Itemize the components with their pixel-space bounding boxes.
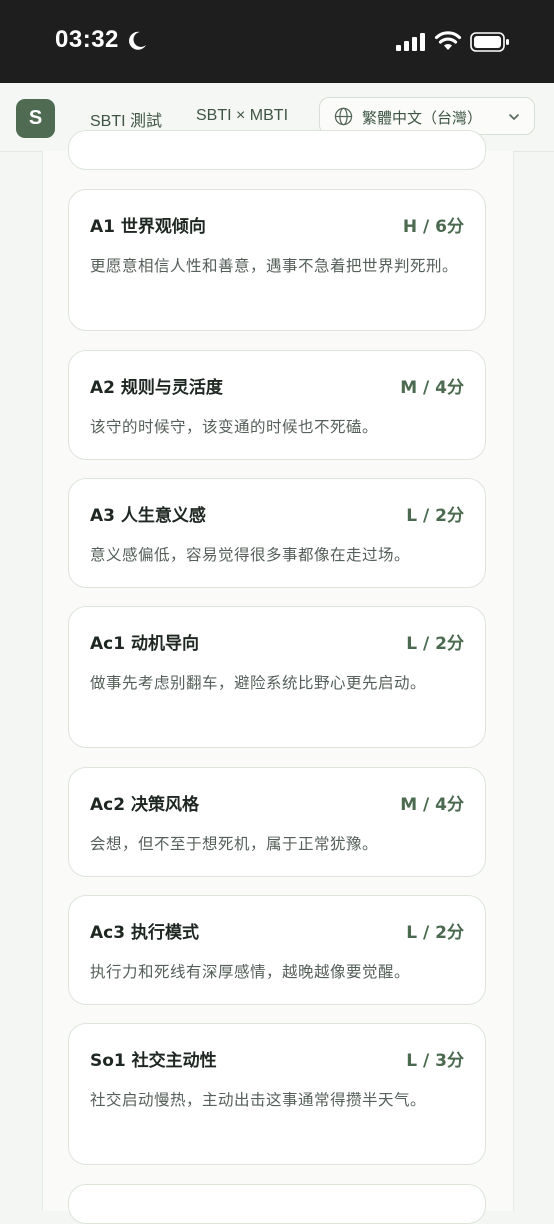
- dimension-card: A3 人生意义感 L / 2分 意义感偏低，容易觉得很多事都像在走过场。: [68, 478, 486, 588]
- battery-icon: [470, 32, 509, 52]
- dimension-card: So1 社交主动性 L / 3分 社交启动慢热，主动出击这事通常得攒半天气。: [68, 1023, 486, 1165]
- card-score: L / 2分: [406, 923, 464, 943]
- card-score: L / 2分: [406, 506, 464, 526]
- card-description: 意义感偏低，容易觉得很多事都像在走过场。: [90, 546, 411, 564]
- nav-link-sbti-mbti[interactable]: SBTI × MBTI: [196, 107, 288, 125]
- language-label: 繁體中文（台灣）: [362, 109, 483, 127]
- dimension-card: A1 世界观倾向 H / 6分 更愿意相信人性和善意，遇事不急着把世界判死刑。: [68, 189, 486, 331]
- card-score: L / 3分: [406, 1051, 464, 1071]
- logo[interactable]: S: [16, 99, 55, 138]
- card-title: Ac2 决策风格: [90, 795, 199, 815]
- wifi-icon: [434, 31, 462, 50]
- chevron-down-icon: [509, 114, 519, 120]
- dimension-card: Ac2 决策风格 M / 4分 会想，但不至于想死机，属于正常犹豫。: [68, 767, 486, 877]
- card-score: H / 6分: [402, 217, 464, 237]
- card-description: 更愿意相信人性和善意，遇事不急着把世界判死刑。: [90, 257, 459, 275]
- card-title: Ac1 动机导向: [90, 634, 199, 654]
- dimension-card: Ac1 动机导向 L / 2分 做事先考虑别翻车，避险系统比野心更先启动。: [68, 606, 486, 748]
- signal-icon: [396, 33, 425, 51]
- dimension-card: Ac3 执行模式 L / 2分 执行力和死线有深厚感情，越晚越像要觉醒。: [68, 895, 486, 1005]
- globe-icon: [334, 107, 353, 126]
- card-title: A3 人生意义感: [90, 506, 206, 526]
- status-bar: 03:32: [0, 0, 554, 83]
- card-title: So1 社交主动性: [90, 1051, 217, 1071]
- status-time: 03:32: [55, 26, 119, 53]
- card-description: 社交启动慢热，主动出击这事通常得攒半天气。: [90, 1091, 427, 1109]
- card-description: 做事先考虑别翻车，避险系统比野心更先启动。: [90, 674, 427, 692]
- card-score: M / 4分: [400, 378, 464, 398]
- dimension-card-partial: [68, 1184, 486, 1224]
- card-score: L / 2分: [406, 634, 464, 654]
- moon-icon: [129, 31, 146, 50]
- dimension-card: A2 规则与灵活度 M / 4分 该守的时候守，该变通的时候也不死磕。: [68, 350, 486, 460]
- card-description: 执行力和死线有深厚感情，越晚越像要觉醒。: [90, 963, 411, 981]
- card-description: 该守的时候守，该变通的时候也不死磕。: [90, 418, 379, 436]
- card-description: 会想，但不至于想死机，属于正常犹豫。: [90, 835, 379, 853]
- nav-link-sbti-test[interactable]: SBTI 測試: [90, 107, 162, 131]
- dimension-card-partial: [68, 130, 486, 170]
- card-title: A2 规则与灵活度: [90, 378, 223, 398]
- card-score: M / 4分: [400, 795, 464, 815]
- card-title: A1 世界观倾向: [90, 217, 206, 237]
- card-title: Ac3 执行模式: [90, 923, 199, 943]
